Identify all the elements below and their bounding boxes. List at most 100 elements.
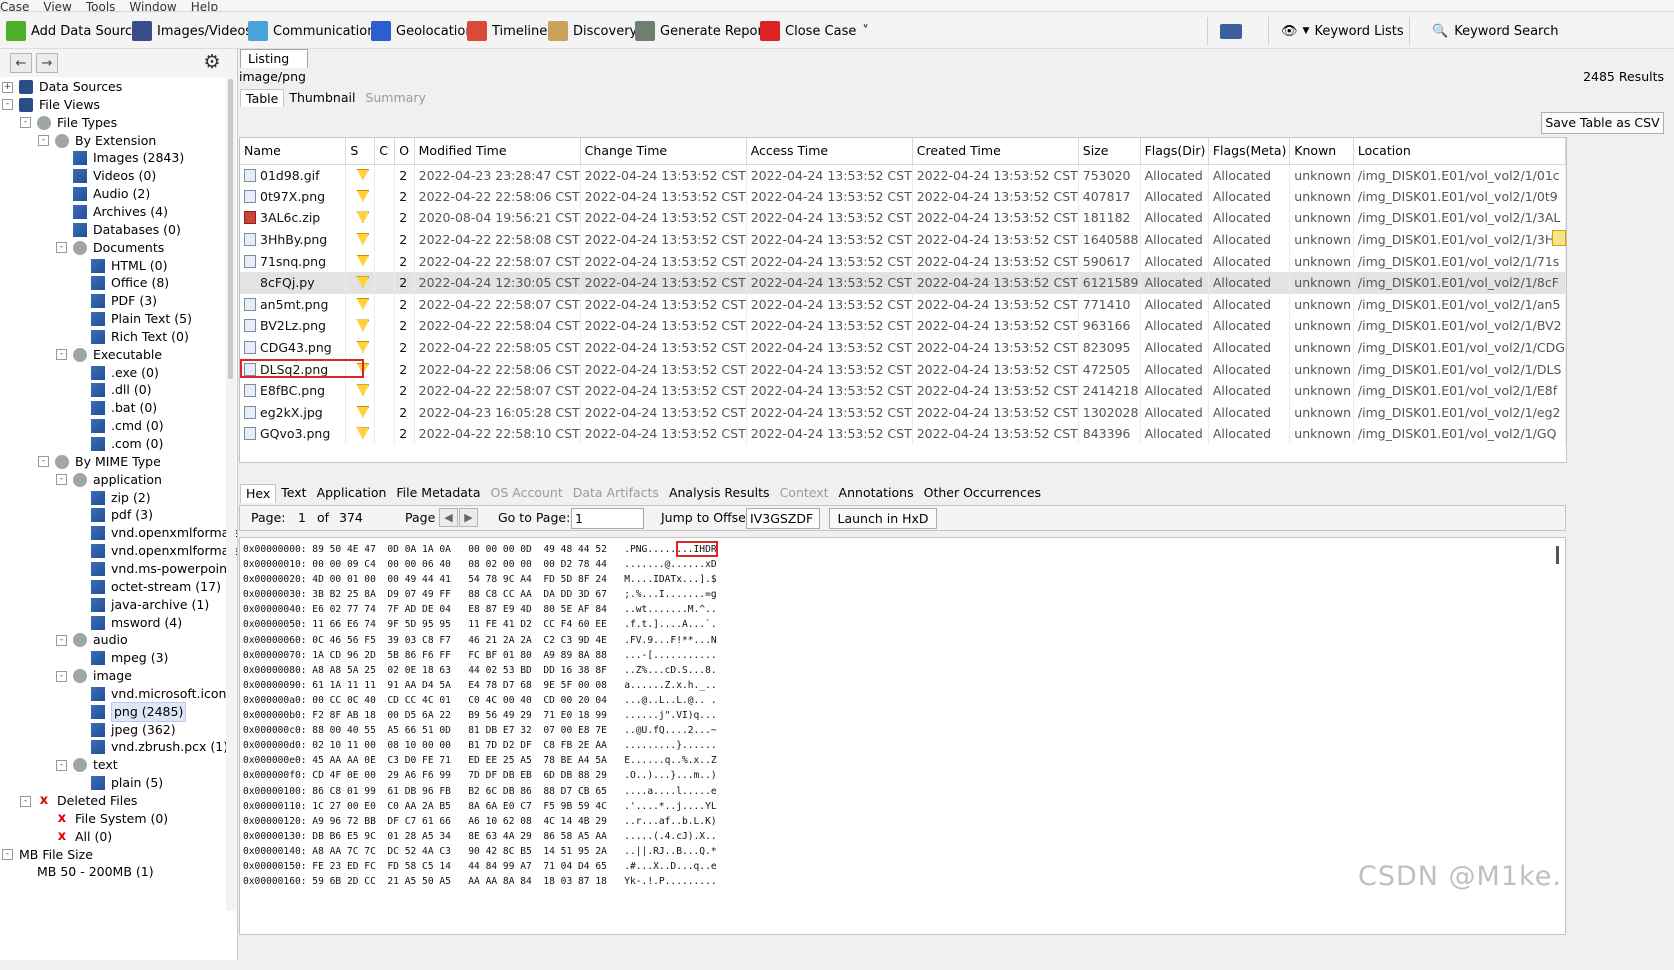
mail-icon[interactable] xyxy=(1220,23,1242,39)
tree-node[interactable]: Archives (4) xyxy=(56,203,168,221)
column-header[interactable]: O xyxy=(394,138,415,165)
geolocation-button[interactable]: Geolocation xyxy=(371,19,474,43)
tree-node[interactable]: - x Deleted Files xyxy=(20,792,137,810)
close-case-button[interactable]: Close Case ˅ xyxy=(760,19,869,43)
tree-node[interactable]: Images (2843) xyxy=(56,149,184,167)
next-page-icon[interactable]: ▶ xyxy=(459,508,478,527)
keyword-lists-button[interactable]: 👁 ▼ Keyword Lists xyxy=(1281,19,1404,43)
table-row[interactable]: BV2Lz.png 2 2022-04-22 22:58:04 CST 2022-04… xyxy=(240,315,1566,337)
column-header[interactable]: Flags(Dir) xyxy=(1140,138,1209,165)
menu-tools[interactable]: Tools xyxy=(86,1,116,11)
save-table-csv-button[interactable]: Save Table as CSV xyxy=(1541,112,1664,134)
tree-node[interactable]: Audio (2) xyxy=(56,185,150,203)
collapse-icon[interactable]: - xyxy=(56,634,67,646)
table-row[interactable]: DLSq2.png 2 2022-04-22 22:58:06 CST 2022-04… xyxy=(240,358,1566,380)
tree-node[interactable]: zip (2) xyxy=(74,489,151,507)
tree-node[interactable]: pdf (3) xyxy=(74,506,153,524)
generate-report-button[interactable]: Generate Report xyxy=(635,19,768,43)
table-row[interactable]: 3HhBy.png 2 2022-04-22 22:58:08 CST 2022-04… xyxy=(240,228,1566,251)
tab-other-occurrences[interactable]: Other Occurrences xyxy=(919,484,1046,503)
tree-node[interactable]: plain (5) xyxy=(74,774,163,792)
jump-offset-input[interactable]: IV3GSZDF xyxy=(746,508,820,529)
keyword-search-button[interactable]: 🔍 Keyword Search xyxy=(1432,19,1559,43)
tab-summary[interactable]: Summary xyxy=(360,89,430,107)
column-header[interactable]: Location xyxy=(1353,138,1566,165)
mail-button[interactable] xyxy=(1220,19,1247,43)
tree-node[interactable]: vnd.microsoft.icon ( xyxy=(74,685,235,703)
tree-node[interactable]: x File System (0) xyxy=(38,810,168,828)
back-arrow-icon[interactable]: ← xyxy=(10,53,32,73)
column-header[interactable]: S xyxy=(345,138,376,165)
collapse-icon[interactable]: - xyxy=(56,759,67,771)
tree-node[interactable]: .dll (0) xyxy=(74,381,152,399)
tab-listing[interactable]: Listing xyxy=(240,49,308,68)
collapse-icon[interactable]: - xyxy=(56,670,67,682)
collapse-icon[interactable]: - xyxy=(56,349,67,361)
menu-help[interactable]: Help xyxy=(191,1,218,11)
menu-window[interactable]: Window xyxy=(129,1,176,11)
collapse-icon[interactable]: - xyxy=(56,474,67,486)
launch-hxd-button[interactable]: Launch in HxD xyxy=(829,508,937,529)
table-row[interactable]: 0t97X.png 2 2022-04-22 22:58:06 CST 2022-04… xyxy=(240,185,1566,208)
tab-file-metadata[interactable]: File Metadata xyxy=(391,484,485,503)
communications-button[interactable]: Communications xyxy=(248,19,382,43)
tree-node[interactable]: Videos (0) xyxy=(56,167,156,185)
tree-node[interactable]: - Executable xyxy=(56,346,162,364)
tree-node[interactable]: mpeg (3) xyxy=(74,649,168,667)
table-row[interactable]: 71snq.png 2 2022-04-22 22:58:07 CST 2022-04… xyxy=(240,250,1566,272)
tree-node[interactable]: Rich Text (0) xyxy=(74,328,189,346)
table-row[interactable]: 01d98.gif 2 2022-04-23 23:28:47 CST 2022-04… xyxy=(240,164,1566,186)
tree-node[interactable]: vnd.zbrush.pcx (1) xyxy=(74,738,228,756)
collapse-icon[interactable]: - xyxy=(2,849,13,861)
tab-analysis-results[interactable]: Analysis Results xyxy=(664,484,775,503)
column-header[interactable]: Name xyxy=(240,138,347,165)
tree-node[interactable]: Databases (0) xyxy=(56,221,181,239)
tree-node[interactable]: jpeg (362) xyxy=(74,721,176,739)
tree-node[interactable]: - By MIME Type xyxy=(38,453,161,471)
tree-node[interactable]: .exe (0) xyxy=(74,364,159,382)
forward-arrow-icon[interactable]: → xyxy=(36,53,58,73)
tree-node[interactable]: PDF (3) xyxy=(74,292,157,310)
collapse-icon[interactable]: - xyxy=(38,456,49,468)
tree-node[interactable]: Plain Text (5) xyxy=(74,310,192,328)
tree-node[interactable]: - audio xyxy=(56,631,128,649)
tree-node[interactable]: MB 50 - 200MB (1) xyxy=(20,863,154,881)
tab-hex[interactable]: Hex xyxy=(240,484,277,503)
table-row[interactable]: an5mt.png 2 2022-04-22 22:58:07 CST 2022-04… xyxy=(240,293,1566,316)
column-header[interactable]: C xyxy=(374,138,396,165)
table-row[interactable]: 3AL6c.zip 2 2020-08-04 19:56:21 CST 2022-04… xyxy=(240,207,1566,229)
column-header[interactable]: Modified Time xyxy=(414,138,581,165)
hex-scrollbar[interactable] xyxy=(1556,546,1559,564)
tab-context[interactable]: Context xyxy=(775,484,834,503)
expand-icon[interactable]: + xyxy=(2,81,13,93)
tree-node[interactable]: vnd.openxmlformats xyxy=(74,524,237,542)
tab-text[interactable]: Text xyxy=(276,484,311,503)
tree-node[interactable]: msword (4) xyxy=(74,614,182,632)
tree-node[interactable]: vnd.openxmlformats xyxy=(74,542,237,560)
add-data-source-button[interactable]: Add Data Source xyxy=(6,19,140,43)
prev-page-icon[interactable]: ◀ xyxy=(439,508,458,527)
goto-page-input[interactable]: 1 xyxy=(571,508,644,529)
collapse-icon[interactable]: - xyxy=(20,795,31,807)
menu-case[interactable]: Case xyxy=(0,1,29,11)
tree-node[interactable]: .cmd (0) xyxy=(74,417,164,435)
tree-node[interactable]: Office (8) xyxy=(74,274,169,292)
timeline-button[interactable]: Timeline xyxy=(467,19,547,43)
table-row[interactable]: 8cFQj.py 2 2022-04-24 12:30:05 CST 2022-04-… xyxy=(240,271,1566,294)
collapse-icon[interactable]: - xyxy=(20,117,31,129)
column-header[interactable]: Known xyxy=(1289,138,1354,165)
column-header[interactable]: Flags(Meta) xyxy=(1208,138,1291,165)
table-row[interactable]: CDG43.png 2 2022-04-22 22:58:05 CST 2022-04… xyxy=(240,336,1566,359)
tab-data-artifacts[interactable]: Data Artifacts xyxy=(568,484,664,503)
tab-os-account[interactable]: OS Account xyxy=(486,484,568,503)
discovery-button[interactable]: Discovery xyxy=(548,19,637,43)
tree-scrollbar-thumb[interactable] xyxy=(228,79,233,379)
tab-thumbnail[interactable]: Thumbnail xyxy=(284,89,360,107)
column-header[interactable]: Created Time xyxy=(912,138,1079,165)
tree-node[interactable]: - text xyxy=(56,756,118,774)
column-header[interactable]: Change Time xyxy=(580,138,747,165)
tree-node[interactable]: - application xyxy=(56,471,162,489)
tree-node[interactable]: x All (0) xyxy=(38,828,112,846)
table-row[interactable]: GQvo3.png 2 2022-04-22 22:58:10 CST 2022-04… xyxy=(240,423,1566,445)
tree-node[interactable]: - File Views xyxy=(2,96,100,114)
